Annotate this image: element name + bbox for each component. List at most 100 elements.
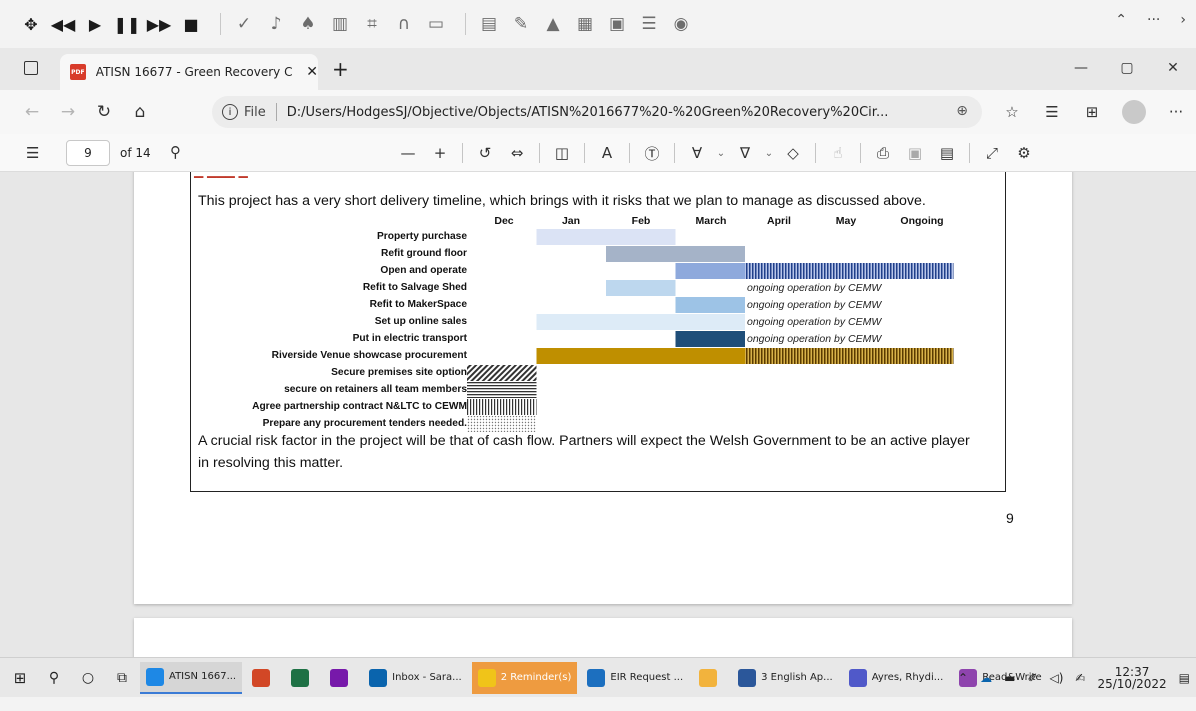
info-icon[interactable]: i	[222, 104, 238, 120]
tab-actions-icon[interactable]	[24, 61, 38, 75]
chevron-down-icon[interactable]: ⌄	[714, 134, 728, 172]
move-icon[interactable]: ✥	[18, 11, 44, 37]
read-aloud-icon[interactable]: A	[592, 134, 622, 172]
zoom-out-icon[interactable]: —	[393, 134, 423, 172]
tab-pdf-document[interactable]: PDF ATISN 16677 - Green Recovery C ✕	[60, 54, 318, 90]
app-icon	[252, 668, 271, 687]
volume-icon[interactable]: ◁)	[1050, 671, 1064, 685]
gear-icon[interactable]: ⚙	[1009, 134, 1039, 172]
task-view-icon[interactable]: ⧉	[108, 664, 136, 692]
rotate-icon[interactable]: ↺	[470, 134, 500, 172]
pdf-viewer[interactable]: ▁ ▁▁▁ ▁ This project has a very short de…	[0, 172, 1196, 657]
page-count: of 14	[120, 146, 151, 160]
add-favorite-icon[interactable]: ☆	[992, 103, 1032, 121]
fit-width-icon[interactable]: ⇔	[502, 134, 532, 172]
taskbar-app[interactable]: Ayres, Rhydi...	[843, 662, 950, 694]
page-view-icon[interactable]: ◫	[547, 134, 577, 172]
conclusion-line-2: in resolving this matter.	[198, 455, 344, 471]
windows-start-icon[interactable]: ⊞	[6, 664, 34, 692]
table-of-contents-icon[interactable]: ☰	[26, 144, 39, 162]
translate-icon[interactable]: ▦	[572, 11, 598, 37]
cortana-icon[interactable]: ○	[74, 664, 102, 692]
back-icon[interactable]: ←	[14, 102, 50, 122]
document-icon[interactable]: ▤	[476, 11, 502, 37]
highlighter-icon[interactable]: ✎	[508, 11, 534, 37]
play-icon[interactable]: ▶	[82, 11, 108, 37]
close-window-icon[interactable]: ✕	[1150, 48, 1196, 88]
more-icon[interactable]: ···	[1156, 103, 1196, 121]
collections-icon[interactable]: ⊞	[1072, 103, 1112, 121]
toolbar-divider	[584, 143, 585, 163]
page-number-input[interactable]: 9	[66, 140, 110, 166]
taskbar-app[interactable]: EIR Request ...	[581, 662, 689, 694]
text-icon[interactable]: Ⓣ	[637, 134, 667, 172]
speaker-icon[interactable]: ♠	[295, 11, 321, 37]
stop-icon[interactable]: ■	[178, 11, 204, 37]
screen-icon[interactable]: ▭	[423, 11, 449, 37]
list-icon[interactable]: ☰	[636, 11, 662, 37]
address-divider	[275, 103, 277, 121]
gantt-bar	[536, 314, 745, 330]
taskbar-app[interactable]	[246, 662, 281, 694]
forward-icon[interactable]: →	[50, 102, 86, 122]
save-icon[interactable]: ▣	[900, 134, 930, 172]
chevron-up-icon[interactable]: ⌃	[1115, 12, 1127, 28]
book-icon[interactable]: ▥	[327, 11, 353, 37]
zoom-in-icon[interactable]: +	[425, 134, 455, 172]
taskbar-app[interactable]	[324, 662, 359, 694]
network-icon[interactable]: ▬	[1004, 671, 1015, 685]
pause-icon[interactable]: ❚❚	[114, 11, 141, 37]
notification-icon[interactable]: ▤	[1179, 671, 1190, 685]
pen-icon[interactable]: ✐	[1027, 671, 1037, 685]
refresh-icon[interactable]: ↻	[86, 102, 122, 122]
home-icon[interactable]: ⌂	[122, 102, 158, 122]
gantt-task-label: Refit to MakerSpace	[369, 299, 467, 310]
taskbar-app[interactable]	[285, 662, 320, 694]
chevron-right-icon[interactable]: ›	[1180, 12, 1186, 28]
conclusion-line-1: A crucial risk factor in the project wil…	[198, 433, 970, 449]
draw-icon[interactable]: ∀	[682, 134, 712, 172]
taskbar-app[interactable]	[693, 662, 728, 694]
ink-icon[interactable]: ✍	[1075, 671, 1085, 685]
settings-icon[interactable]: ◉	[668, 11, 694, 37]
chevron-up-icon[interactable]: ⌃	[958, 671, 968, 685]
chevron-down-icon[interactable]: ⌄	[762, 134, 776, 172]
clock[interactable]: 12:37 25/10/2022	[1097, 666, 1166, 690]
window-controls: — ▢ ✕	[1058, 48, 1196, 88]
minimize-icon[interactable]: —	[1058, 48, 1104, 88]
check-icon[interactable]: ✓	[231, 11, 257, 37]
search-icon[interactable]: ⚲	[40, 664, 68, 692]
url-text[interactable]: D:/Users/HodgesSJ/Objective/Objects/ATIS…	[287, 105, 897, 120]
collect-icon[interactable]: ▲	[540, 11, 566, 37]
taskbar-app[interactable]: 2 Reminder(s)	[471, 661, 578, 694]
gantt-bar	[606, 246, 745, 262]
pdf-tools: — + ↺ ⇔ ◫ A Ⓣ ∀ ⌄ ∇ ⌄ ◇ ☝ ⎙ ▣ ▤ ⤢ ⚙	[392, 134, 1040, 172]
eraser-icon[interactable]: ◇	[778, 134, 808, 172]
onedrive-icon[interactable]: ☁	[980, 671, 992, 685]
save-as-icon[interactable]: ▤	[932, 134, 962, 172]
taskbar-app[interactable]: 3 English Ap...	[732, 662, 839, 694]
new-tab-button[interactable]: +	[332, 57, 349, 81]
taskbar-app[interactable]: Inbox - Sara...	[363, 662, 468, 694]
scan-icon[interactable]: ⌗	[359, 11, 385, 37]
highlight-icon[interactable]: ∇	[730, 134, 760, 172]
print-icon[interactable]: ⎙	[868, 134, 898, 172]
fullscreen-icon[interactable]: ⤢	[977, 134, 1007, 172]
close-icon[interactable]: ✕	[306, 64, 318, 80]
headset-icon[interactable]: ∩	[391, 11, 417, 37]
maximize-icon[interactable]: ▢	[1104, 48, 1150, 88]
picture-icon[interactable]: ▣	[604, 11, 630, 37]
touch-icon[interactable]: ☝	[823, 134, 853, 172]
rewind-icon[interactable]: ◀◀	[50, 11, 76, 37]
search-icon[interactable]: ⚲	[170, 143, 181, 161]
sound-icon[interactable]: ♪	[263, 11, 289, 37]
zoom-icon[interactable]: ⊕	[956, 103, 968, 119]
taskbar-app[interactable]: ATISN 1667...	[140, 661, 243, 694]
pdf-toolbar: ☰ 9 of 14 ⚲ — + ↺ ⇔ ◫ A Ⓣ ∀ ⌄ ∇ ⌄ ◇ ☝ ⎙ …	[0, 134, 1196, 172]
address-bar[interactable]: i File D:/Users/HodgesSJ/Objective/Objec…	[212, 96, 982, 128]
more-icon[interactable]: ···	[1147, 12, 1160, 28]
gantt-column-header: Dec	[494, 215, 514, 227]
favorites-icon[interactable]: ☰	[1032, 103, 1072, 121]
fast-forward-icon[interactable]: ▶▶	[146, 11, 172, 37]
avatar[interactable]	[1122, 100, 1146, 124]
